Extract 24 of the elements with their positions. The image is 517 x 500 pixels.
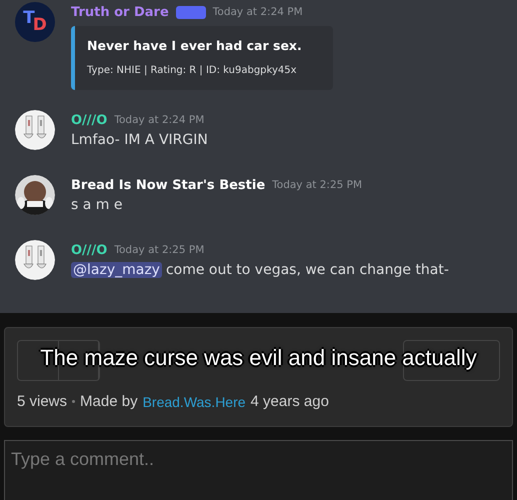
bot-avatar: TD	[15, 2, 55, 42]
timestamp: Today at 2:24 PM	[212, 6, 303, 18]
username[interactable]: O///O	[71, 242, 108, 258]
message-text: s a m e	[71, 197, 124, 213]
view-count: 5 views	[17, 393, 68, 410]
message-text: Lmfao- IM A VIRGIN	[71, 132, 209, 148]
timestamp: Today at 2:25 PM	[272, 179, 362, 191]
embed-footer: Type: NHIE | Rating: R | ID: ku9abgpky45x	[87, 65, 323, 76]
comment-field[interactable]: Type a comment..	[4, 440, 513, 500]
made-by-label: Made by	[80, 393, 138, 410]
post-age: 4 years ago	[250, 393, 329, 410]
separator-dot	[72, 400, 76, 403]
caption-text: The maze curse was evil and insane actually	[40, 345, 477, 371]
author-link[interactable]: Bread.Was.Here	[142, 394, 246, 410]
timestamp: Today at 2:24 PM	[114, 114, 204, 126]
username[interactable]: Truth or Dare	[71, 4, 169, 20]
share-button[interactable]	[403, 340, 500, 381]
user-mention[interactable]: @lazy_mazy	[71, 262, 162, 278]
timestamp: Today at 2:25 PM	[114, 244, 204, 256]
embed-title: Never have I ever had car sex.	[87, 38, 303, 53]
message-text: come out to vegas, we can change that-	[166, 262, 449, 278]
comment-input[interactable]: Type a comment..	[5, 441, 512, 478]
username[interactable]: Bread Is Now Star's Bestie	[71, 178, 266, 192]
username[interactable]: O///O	[71, 112, 108, 128]
